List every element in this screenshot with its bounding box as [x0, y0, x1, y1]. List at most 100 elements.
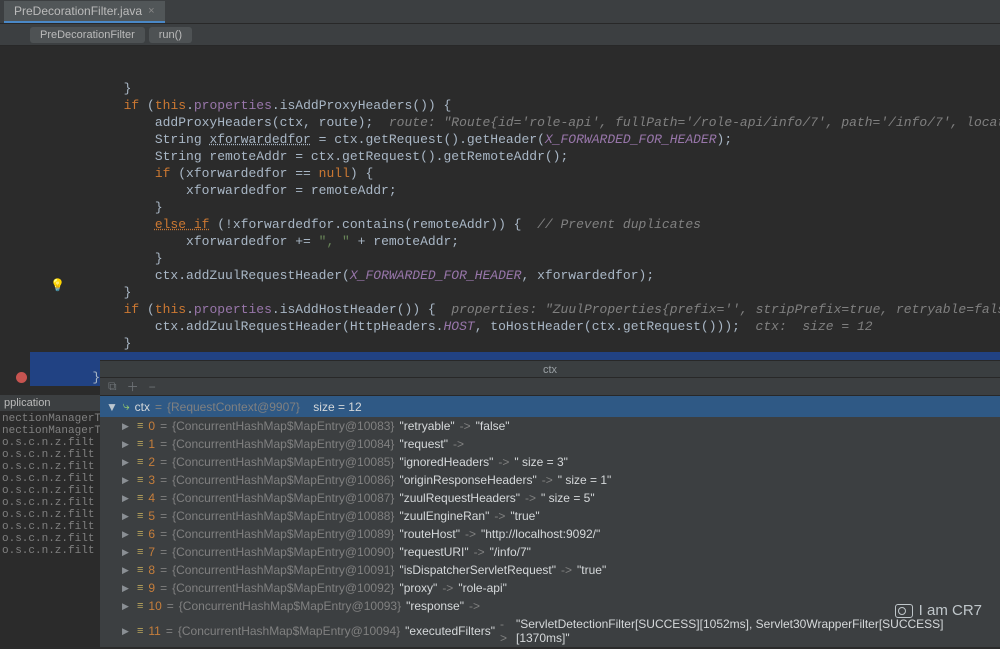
- map-entry-icon: ≡: [137, 492, 143, 504]
- var-value: "ServletDetectionFilter[SUCCESS][1052ms]…: [516, 617, 994, 645]
- var-index: 4: [148, 491, 155, 505]
- var-row[interactable]: ▶≡6 = {ConcurrentHashMap$MapEntry@10089}…: [100, 525, 1000, 543]
- var-key: "originResponseHeaders": [399, 473, 536, 487]
- var-index: 8: [148, 563, 155, 577]
- app-label[interactable]: pplication: [0, 395, 100, 411]
- var-type: {ConcurrentHashMap$MapEntry@10090}: [172, 545, 394, 559]
- breadcrumb-class[interactable]: PreDecorationFilter: [30, 27, 145, 43]
- map-entry-icon: ≡: [137, 510, 143, 522]
- var-row[interactable]: ▶≡4 = {ConcurrentHashMap$MapEntry@10087}…: [100, 489, 1000, 507]
- map-entry-icon: ≡: [137, 564, 143, 576]
- var-root-row[interactable]: ▼ ⤷ ctx = {RequestContext@9907} size = 1…: [100, 396, 1000, 417]
- map-entry-icon: ≡: [137, 420, 143, 432]
- var-index: 3: [148, 473, 155, 487]
- wechat-icon: [895, 604, 913, 618]
- var-value: "true": [577, 563, 606, 577]
- expand-icon[interactable]: ▶: [122, 457, 132, 468]
- var-key: "response": [406, 599, 464, 613]
- var-type: {ConcurrentHashMap$MapEntry@10089}: [172, 527, 394, 541]
- expand-icon[interactable]: ▶: [122, 565, 132, 576]
- var-index: 0: [148, 419, 155, 433]
- var-index: 5: [148, 509, 155, 523]
- file-tab[interactable]: PreDecorationFilter.java ×: [4, 1, 165, 23]
- var-key: "requestURI": [399, 545, 468, 559]
- console-line: o.s.c.n.z.filt: [0, 485, 100, 497]
- file-tab-label: PreDecorationFilter.java: [14, 4, 142, 18]
- close-icon[interactable]: ×: [148, 5, 154, 17]
- var-row[interactable]: ▶≡10 = {ConcurrentHashMap$MapEntry@10093…: [100, 597, 1000, 615]
- watermark: I am CR7: [895, 602, 982, 619]
- var-key: "ignoredHeaders": [399, 455, 493, 469]
- var-type: {ConcurrentHashMap$MapEntry@10085}: [172, 455, 394, 469]
- breadcrumb-method[interactable]: run(): [149, 27, 192, 43]
- add-icon[interactable]: ＋: [127, 378, 139, 395]
- console-line: o.s.c.n.z.filt: [0, 521, 100, 533]
- error-icon[interactable]: [16, 372, 27, 383]
- debug-toolbar: ⧉ ＋ −: [100, 378, 1000, 396]
- var-root-size: size = 12: [313, 400, 361, 414]
- expand-icon[interactable]: ▶: [122, 547, 132, 558]
- map-entry-icon: ≡: [137, 474, 143, 486]
- map-entry-icon: ≡: [137, 438, 143, 450]
- expand-icon[interactable]: ▶: [122, 493, 132, 504]
- map-entry-icon: ≡: [137, 546, 143, 558]
- var-value: "http://localhost:9092/": [481, 527, 600, 541]
- remove-icon[interactable]: −: [149, 380, 156, 394]
- map-entry-icon: ≡: [137, 528, 143, 540]
- lightbulb-icon[interactable]: 💡: [50, 278, 65, 295]
- expand-icon[interactable]: ▶: [122, 583, 132, 594]
- console-line: o.s.c.n.z.filt: [0, 461, 100, 473]
- var-value: "true": [510, 509, 539, 523]
- var-type: {ConcurrentHashMap$MapEntry@10087}: [172, 491, 394, 505]
- var-key: "proxy": [399, 581, 437, 595]
- expand-icon[interactable]: ▼: [106, 400, 118, 414]
- var-type: {ConcurrentHashMap$MapEntry@10092}: [172, 581, 394, 595]
- var-row[interactable]: ▶≡8 = {ConcurrentHashMap$MapEntry@10091}…: [100, 561, 1000, 579]
- debug-panel: ctx ⧉ ＋ − ▼ ⤷ ctx = {RequestContext@9907…: [100, 360, 1000, 649]
- var-row[interactable]: ▶≡2 = {ConcurrentHashMap$MapEntry@10085}…: [100, 453, 1000, 471]
- var-key: "retryable": [399, 419, 454, 433]
- console-line: o.s.c.n.z.filt: [0, 509, 100, 521]
- var-value: " size = 5": [541, 491, 595, 505]
- var-row[interactable]: ▶≡3 = {ConcurrentHashMap$MapEntry@10086}…: [100, 471, 1000, 489]
- expand-icon[interactable]: ▶: [122, 529, 132, 540]
- console-line: o.s.c.n.z.filt: [0, 533, 100, 545]
- code-editor[interactable]: 💡 } if (this.properties.isAddProxyHeader…: [0, 46, 1000, 386]
- var-row[interactable]: ▶≡9 = {ConcurrentHashMap$MapEntry@10092}…: [100, 579, 1000, 597]
- expand-icon[interactable]: ▶: [122, 511, 132, 522]
- map-entry-icon: ≡: [137, 625, 143, 637]
- new-watch-icon[interactable]: ⧉: [108, 379, 117, 394]
- var-key: "zuulRequestHeaders": [399, 491, 520, 505]
- var-row[interactable]: ▶≡7 = {ConcurrentHashMap$MapEntry@10090}…: [100, 543, 1000, 561]
- var-row[interactable]: ▶≡1 = {ConcurrentHashMap$MapEntry@10084}…: [100, 435, 1000, 453]
- var-type: {ConcurrentHashMap$MapEntry@10086}: [172, 473, 394, 487]
- var-index: 6: [148, 527, 155, 541]
- var-row[interactable]: ▶≡5 = {ConcurrentHashMap$MapEntry@10088}…: [100, 507, 1000, 525]
- var-value: " size = 3": [514, 455, 568, 469]
- expand-icon[interactable]: ▶: [122, 439, 132, 450]
- var-value: "/info/7": [490, 545, 531, 559]
- expand-icon[interactable]: ▶: [122, 421, 132, 432]
- var-row[interactable]: ▶≡11 = {ConcurrentHashMap$MapEntry@10094…: [100, 615, 1000, 647]
- console-line: o.s.c.n.z.filt: [0, 497, 100, 509]
- watermark-text: I am CR7: [919, 602, 982, 619]
- expand-icon[interactable]: ▶: [122, 475, 132, 486]
- variables-panel[interactable]: ▼ ⤷ ctx = {RequestContext@9907} size = 1…: [100, 396, 1000, 647]
- var-root-type: {RequestContext@9907}: [167, 400, 300, 414]
- var-index: 9: [148, 581, 155, 595]
- var-index: 2: [148, 455, 155, 469]
- var-type: {ConcurrentHashMap$MapEntry@10083}: [172, 419, 394, 433]
- expand-icon[interactable]: ▶: [122, 626, 132, 637]
- map-entry-icon: ≡: [137, 456, 143, 468]
- expand-icon[interactable]: ▶: [122, 601, 132, 612]
- var-index: 7: [148, 545, 155, 559]
- console-line: o.s.c.n.z.filt: [0, 449, 100, 461]
- var-key: "executedFilters": [405, 624, 495, 638]
- console-line: o.s.c.n.z.filt: [0, 473, 100, 485]
- var-type: {ConcurrentHashMap$MapEntry@10084}: [172, 437, 394, 451]
- var-key: "isDispatcherServletRequest": [399, 563, 556, 577]
- var-value: "role-api": [458, 581, 507, 595]
- var-key: "routeHost": [399, 527, 460, 541]
- var-row[interactable]: ▶≡0 = {ConcurrentHashMap$MapEntry@10083}…: [100, 417, 1000, 435]
- console-line: nectionManagerT: [0, 413, 100, 425]
